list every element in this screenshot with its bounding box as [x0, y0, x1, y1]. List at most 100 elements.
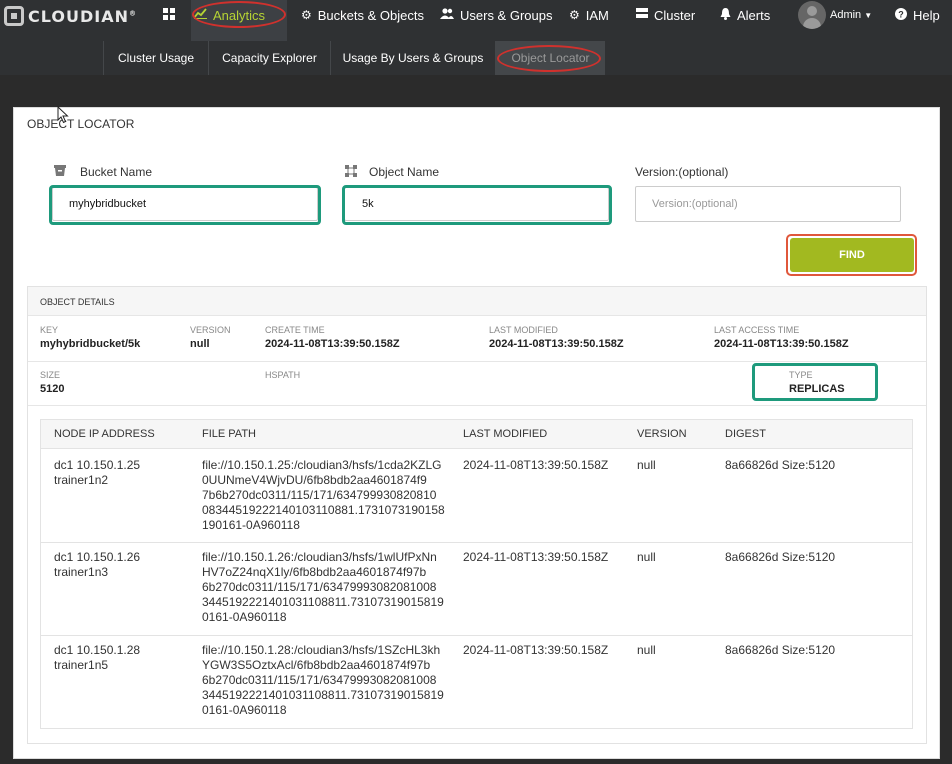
grid-icon — [163, 7, 175, 23]
table-row-3-digest: 8a66826d Size:5120 — [725, 643, 836, 657]
node-host: trainer1n2 — [54, 473, 109, 487]
file-path-line: 6b270dc0311/115/171/63479993082081008 — [202, 673, 437, 687]
node-ip: dc1 10.150.1.28 — [54, 643, 141, 657]
column-header-file-path[interactable]: FILE PATH — [202, 428, 256, 440]
node-ip: dc1 10.150.1.26 — [54, 550, 141, 564]
hspath-label: HSPATH — [265, 370, 301, 380]
table-row-1-path: file://10.150.1.25:/cloudian3/hsfs/1cda2… — [202, 458, 445, 533]
file-path-line: 190161-0A960118 — [202, 518, 300, 532]
nav-iam[interactable]: ⚙ IAM — [569, 0, 609, 30]
avatar[interactable] — [798, 1, 826, 29]
last-modified-value: 2024-11-08T13:39:50.158Z — [489, 338, 624, 350]
bucket-icon — [54, 165, 66, 176]
table-row-2-path: file://10.150.1.26:/cloudian3/hsfs/1wlUf… — [202, 550, 444, 625]
object-details-header — [28, 287, 926, 316]
annotation-circle-analytics — [192, 1, 286, 28]
table-row-1-node: dc1 10.150.1.25 trainer1n2 — [54, 458, 140, 488]
create-time-label: CREATE TIME — [265, 325, 325, 335]
version-input[interactable]: Version:(optional) — [635, 186, 901, 222]
file-path-line: YGW3S5OztxAcl/6fb8bdb2aa4601874f97b — [202, 658, 431, 672]
annotation-box-find — [786, 234, 917, 276]
node-host: trainer1n3 — [54, 565, 109, 579]
annotation-circle-object-locator — [497, 45, 601, 72]
version-detail-value: null — [190, 338, 210, 350]
last-access-value: 2024-11-08T13:39:50.158Z — [714, 338, 849, 350]
nav-alerts-label: Alerts — [737, 7, 771, 23]
tab-capacity-explorer-label: Capacity Explorer — [222, 51, 317, 65]
file-path-line: file://10.150.1.25:/cloudian3/hsfs/1cda2… — [202, 458, 442, 472]
table-row-2-modified: 2024-11-08T13:39:50.158Z — [463, 550, 609, 564]
table-row-1-version: null — [637, 458, 656, 472]
row-divider — [41, 542, 912, 543]
table-row-2-version: null — [637, 550, 656, 564]
nav-alerts[interactable]: Alerts — [720, 0, 770, 30]
file-path-line: file://10.150.1.26:/cloudian3/hsfs/1wlUf… — [202, 550, 437, 564]
mouse-cursor-icon — [57, 106, 69, 124]
table-row-2-node: dc1 10.150.1.26 trainer1n3 — [54, 550, 140, 580]
nav-help[interactable]: ? Help — [895, 0, 940, 30]
file-path-line: 7b6b270dc0311/115/171/634799930820810 — [202, 488, 437, 502]
file-path-line: 3445192221401031108811.73107319015819 — [202, 688, 444, 702]
file-path-line: 0161-0A960118 — [202, 610, 287, 624]
nav-buckets-objects[interactable]: ⚙ Buckets & Objects — [301, 0, 424, 30]
nav-cluster[interactable]: Cluster — [636, 0, 695, 30]
nav-admin-label: Admin — [830, 9, 862, 21]
page-title: OBJECT LOCATOR — [27, 117, 135, 131]
size-label: SIZE — [40, 370, 61, 380]
dashboard-button[interactable] — [163, 0, 175, 30]
question-icon: ? — [895, 7, 907, 23]
tab-usage-by-users-groups[interactable]: Usage By Users & Groups — [330, 41, 495, 75]
tab-cluster-usage-label: Cluster Usage — [117, 51, 195, 65]
file-path-line: HV7oZ24nqX1ly/6fb8bdb2aa4601874f97b — [202, 565, 427, 579]
bell-icon — [720, 7, 731, 23]
annotation-box-type — [752, 363, 878, 401]
row-divider — [41, 635, 912, 636]
table-row-2-digest: 8a66826d Size:5120 — [725, 550, 836, 564]
file-path-line: 3445192221401031108811.73107319015819 — [202, 595, 444, 609]
column-header-version[interactable]: VERSION — [637, 428, 687, 440]
nav-help-label: Help — [913, 7, 940, 23]
nav-cluster-label: Cluster — [654, 7, 696, 23]
svg-text:?: ? — [898, 9, 904, 19]
size-value: 5120 — [40, 383, 65, 395]
gear-icon: ⚙ — [569, 8, 580, 22]
users-icon — [440, 8, 454, 22]
brand-name: CLOUDIAN® — [28, 6, 137, 26]
table-row-3-modified: 2024-11-08T13:39:50.158Z — [463, 643, 609, 657]
table-row-3-node: dc1 10.150.1.28 trainer1n5 — [54, 643, 140, 673]
table-row-3-path: file://10.150.1.28:/cloudian3/hsfs/1SZcH… — [202, 643, 444, 718]
last-access-label: LAST ACCESS TIME — [714, 325, 800, 335]
details-divider — [28, 361, 926, 362]
version-detail-label: VERSION — [190, 325, 231, 335]
file-path-line: file://10.150.1.28:/cloudian3/hsfs/1SZcH… — [202, 643, 441, 657]
column-header-last-modified[interactable]: LAST MODIFIED — [463, 428, 547, 440]
bucket-name-label: Bucket Name — [80, 165, 153, 179]
table-row-1-modified: 2024-11-08T13:39:50.158Z — [463, 458, 609, 472]
server-icon — [636, 8, 648, 22]
create-time-value: 2024-11-08T13:39:50.158Z — [265, 338, 400, 350]
node-ip: dc1 10.150.1.25 — [54, 458, 141, 472]
file-path-line: 0UUNmeV4WjvDU/6fb8bdb2aa4601874f9 — [202, 473, 427, 487]
table-row-3-version: null — [637, 643, 656, 657]
file-path-line: 0161-0A960118 — [202, 703, 287, 717]
table-row-1-digest: 8a66826d Size:5120 — [725, 458, 836, 472]
annotation-box-object — [342, 185, 612, 225]
file-path-line: 08344519222140103110881.1731073190158 — [202, 503, 445, 517]
nav-iam-label: IAM — [585, 7, 609, 23]
cloudian-logo[interactable]: CLOUDIAN® — [4, 5, 137, 27]
nav-buckets-label: Buckets & Objects — [317, 7, 424, 23]
details-divider — [28, 405, 926, 406]
nav-users-label: Users & Groups — [460, 7, 553, 23]
tab-usage-label: Usage By Users & Groups — [342, 51, 484, 65]
version-label: Version:(optional) — [635, 165, 729, 179]
node-host: trainer1n5 — [54, 658, 109, 672]
caret-down-icon: ▼ — [864, 10, 873, 20]
file-path-line: 6b270dc0311/115/171/63479993082081008 — [202, 580, 437, 594]
tab-capacity-explorer[interactable]: Capacity Explorer — [208, 41, 330, 75]
column-header-digest[interactable]: DIGEST — [725, 428, 766, 440]
nav-admin-menu[interactable]: Admin ▼ — [830, 0, 872, 30]
tab-cluster-usage[interactable]: Cluster Usage — [103, 41, 208, 75]
nav-users-groups[interactable]: Users & Groups — [440, 0, 552, 30]
key-value: myhybridbucket/5k — [40, 338, 141, 350]
column-header-node-ip[interactable]: NODE IP ADDRESS — [54, 428, 155, 440]
